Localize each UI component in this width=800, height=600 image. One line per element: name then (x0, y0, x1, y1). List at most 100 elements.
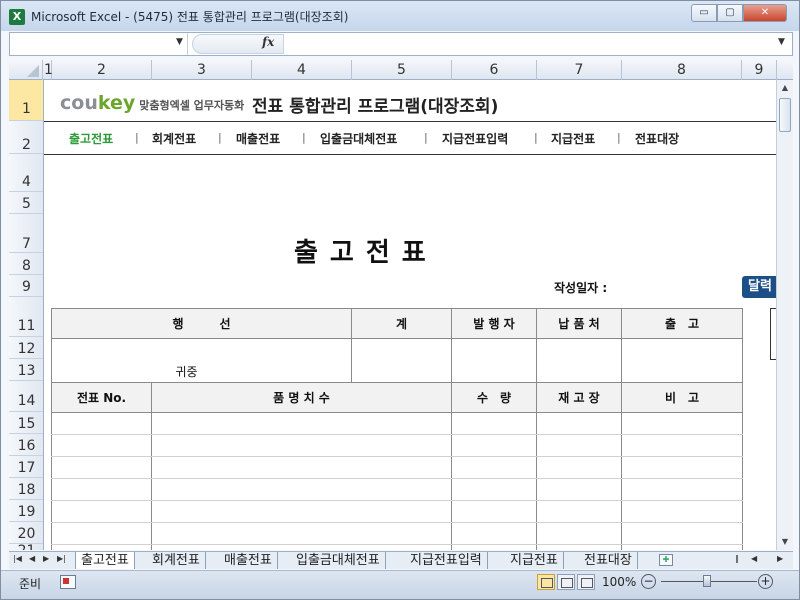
next-sheet-icon[interactable]: ▶ (43, 554, 49, 563)
column-header-cell[interactable]: 1 (44, 60, 53, 80)
row-header-cell[interactable]: 1 (9, 80, 43, 121)
cell[interactable] (536, 522, 622, 545)
nav-link-voucher-ledger[interactable]: 전표대장 (635, 130, 679, 147)
column-header-cell[interactable]: 3 (152, 60, 252, 80)
row-header-cell[interactable]: 18 (9, 478, 43, 500)
cell[interactable] (536, 500, 622, 523)
prev-sheet-icon[interactable]: ◀ (29, 554, 35, 563)
cell[interactable] (451, 522, 537, 545)
recipient-cell[interactable]: 귀중 (51, 338, 352, 383)
cell[interactable] (621, 456, 743, 479)
row-header-cell[interactable]: 7 (9, 220, 43, 253)
row-header-cell[interactable]: 20 (9, 522, 43, 544)
cell[interactable] (621, 434, 743, 457)
horizontal-scrollbar[interactable]: ‖ ◀ ▶ (735, 554, 791, 567)
cell[interactable] (451, 544, 537, 550)
minimize-button[interactable]: ▭ (691, 4, 717, 22)
column-header-cell[interactable]: 2 (52, 60, 152, 80)
expand-formula-icon[interactable]: ▼ (778, 37, 785, 47)
sheet-tab-payment-entry[interactable]: 지급전표입력 (405, 552, 488, 569)
cell[interactable] (151, 500, 452, 523)
row-header-cell[interactable]: 11 (9, 306, 43, 337)
row-header-cell[interactable]: 9 (9, 275, 43, 297)
macro-record-icon[interactable] (60, 575, 76, 589)
cell[interactable] (451, 412, 537, 435)
nav-link-payment-voucher[interactable]: 지급전표 (551, 130, 595, 147)
cell[interactable] (621, 500, 743, 523)
nav-link-sales-voucher[interactable]: 매출전표 (236, 130, 280, 147)
nav-link-transfer-voucher[interactable]: 입출금대체전표 (320, 130, 397, 147)
cell[interactable] (451, 456, 537, 479)
calendar-button[interactable]: 달력 (742, 276, 776, 298)
excel-app-icon[interactable]: X (9, 9, 25, 25)
column-header-cell[interactable]: 7 (537, 60, 622, 80)
row-header-cell[interactable]: 21 (9, 544, 43, 550)
chevron-down-icon[interactable]: ▼ (176, 37, 183, 47)
cell[interactable] (151, 456, 452, 479)
cell[interactable] (536, 434, 622, 457)
zoom-slider-thumb[interactable] (703, 575, 711, 587)
cell[interactable] (451, 500, 537, 523)
sheet-tab-accounting-voucher[interactable]: 회계전표 (147, 552, 206, 569)
sheet-tab-payment-voucher[interactable]: 지급전표 (505, 552, 564, 569)
nav-link-shipping-voucher[interactable]: 출고전표 (69, 130, 113, 147)
scroll-thumb[interactable] (779, 98, 791, 132)
row-header-cell[interactable]: 17 (9, 456, 43, 478)
formula-input[interactable] (290, 36, 770, 52)
insert-sheet-icon[interactable]: ✚ (659, 554, 673, 566)
sheet-tab-shipping-voucher[interactable]: 출고전표 (75, 552, 135, 569)
cell[interactable] (536, 412, 622, 435)
column-header-cell[interactable]: 4 (252, 60, 352, 80)
sheet-tab-transfer-voucher[interactable]: 입출금대체전표 (291, 552, 386, 569)
scroll-left-icon[interactable]: ◀ (751, 554, 757, 563)
cell[interactable] (451, 434, 537, 457)
cell[interactable] (621, 478, 743, 501)
column-header-cell[interactable]: 5 (352, 60, 452, 80)
cell[interactable] (621, 544, 743, 550)
tab-split-icon[interactable]: ‖ (735, 554, 739, 563)
vertical-scrollbar[interactable]: ▲ ▼ (776, 80, 793, 550)
zoom-in-icon[interactable]: + (758, 574, 773, 589)
row-header-cell[interactable]: 19 (9, 500, 43, 522)
first-sheet-icon[interactable]: |◀ (13, 554, 22, 563)
cell[interactable] (151, 522, 452, 545)
scroll-right-icon[interactable]: ▶ (777, 554, 783, 563)
cell[interactable] (621, 412, 743, 435)
row-header-cell[interactable]: 16 (9, 434, 43, 456)
column-header-cell[interactable]: 9 (742, 60, 777, 80)
column-header-cell[interactable]: 6 (452, 60, 537, 80)
issuer-cell[interactable] (451, 338, 537, 383)
cell[interactable] (51, 544, 152, 550)
last-sheet-icon[interactable]: ▶| (57, 554, 66, 563)
row-header-cell[interactable]: 4 (9, 169, 43, 192)
cell[interactable] (536, 478, 622, 501)
select-all-corner[interactable] (9, 60, 43, 80)
cell[interactable] (51, 522, 152, 545)
sheet-tab-voucher-ledger[interactable]: 전표대장 (579, 552, 638, 569)
supplier-cell[interactable] (536, 338, 622, 383)
cell[interactable] (151, 544, 452, 550)
row-header-cell[interactable]: 14 (9, 381, 43, 412)
row-header-cell[interactable]: 8 (9, 253, 43, 275)
page-break-view-button[interactable] (577, 574, 595, 590)
zoom-level[interactable]: 100% (602, 575, 636, 589)
cell[interactable] (536, 456, 622, 479)
nav-link-payment-entry[interactable]: 지급전표입력 (442, 130, 508, 147)
cell[interactable] (51, 478, 152, 501)
cell[interactable] (51, 412, 152, 435)
maximize-button[interactable]: ▢ (717, 4, 743, 22)
shipment-cell[interactable] (621, 338, 743, 383)
scroll-up-icon[interactable]: ▲ (777, 80, 793, 96)
cell[interactable] (51, 500, 152, 523)
row-header-cell[interactable]: 15 (9, 412, 43, 434)
column-header-cell[interactable]: 8 (622, 60, 742, 80)
row-header-cell[interactable]: 12 (9, 337, 43, 359)
cell[interactable] (51, 456, 152, 479)
nav-link-accounting-voucher[interactable]: 회계전표 (152, 130, 196, 147)
worksheet-grid[interactable]: coukey 맞춤형엑셀 업무자동화 전표 통합관리 프로그램(대장조회) 출고전… (44, 80, 776, 550)
row-header-cell[interactable]: 2 (9, 121, 43, 154)
cell[interactable] (151, 434, 452, 457)
row-header-cell[interactable]: 5 (9, 192, 43, 214)
cell[interactable] (151, 412, 452, 435)
cell[interactable] (51, 434, 152, 457)
